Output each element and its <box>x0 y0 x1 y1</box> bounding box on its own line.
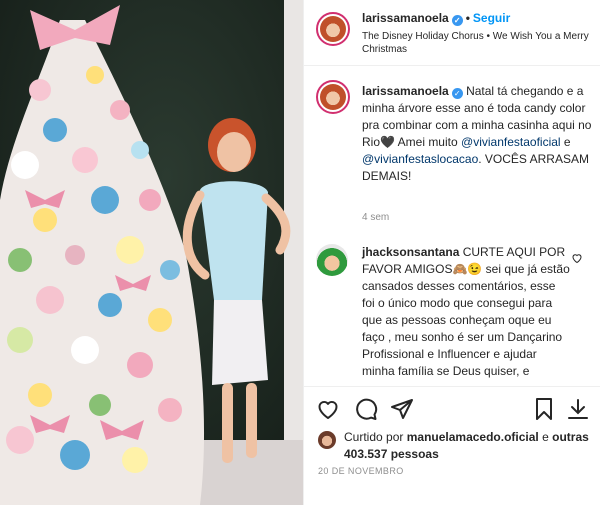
likes-connector: e <box>542 430 549 444</box>
download-icon[interactable] <box>566 397 590 421</box>
caption-text: larissamanoela ✓ Natal tá chegando e a mi… <box>362 83 594 185</box>
caption-body-2: Amei muito <box>397 135 458 149</box>
likes-summary: Curtido por manuelamacedo.oficial e outr… <box>304 428 600 464</box>
bookmark-icon[interactable] <box>532 397 556 421</box>
post-media[interactable] <box>0 0 303 505</box>
comment-item: jhacksonsantana CURTE AQUI POR FAVOR AMI… <box>304 240 600 385</box>
comment-body: CURTE AQUI POR FAVOR AMIGOS🙈😉 sei que já… <box>362 245 570 378</box>
comment-icon[interactable] <box>354 397 378 421</box>
caption-username[interactable]: larissamanoela <box>362 84 449 98</box>
liker-avatar[interactable] <box>318 431 336 449</box>
verified-badge-icon: ✓ <box>451 88 463 99</box>
separator-dot: • <box>465 11 470 25</box>
caption-body-3: e <box>563 135 571 149</box>
caption-timestamp[interactable]: 4 sem <box>362 212 389 223</box>
comment-text: jhacksonsantana CURTE AQUI POR FAVOR AMI… <box>362 244 570 380</box>
heart-emoji: 🖤 <box>380 135 395 149</box>
commenter-username[interactable]: jhacksonsantana <box>362 245 459 259</box>
liker-username[interactable]: manuelamacedo.oficial <box>407 430 539 444</box>
verified-badge-icon: ✓ <box>451 15 463 26</box>
heart-icon[interactable] <box>316 397 340 421</box>
share-icon[interactable] <box>390 397 414 421</box>
commenter-avatar[interactable] <box>316 244 348 276</box>
post-date[interactable]: 20 DE NOVEMBRO <box>318 466 404 476</box>
likes-text: Curtido por manuelamacedo.oficial e outr… <box>344 429 594 463</box>
comment-like-heart-icon[interactable] <box>571 252 583 264</box>
follow-button[interactable]: Seguir <box>473 11 510 25</box>
action-bar <box>304 386 600 430</box>
mention-link[interactable]: @vivianfestaoficial <box>461 135 561 149</box>
caption-avatar[interactable] <box>316 80 350 114</box>
post-photo <box>0 0 303 505</box>
post-header: larissamanoela ✓ • Seguir The Disney Holida… <box>304 0 600 66</box>
post-details-panel: larissamanoela ✓ • Seguir The Disney Holida… <box>303 0 600 505</box>
header-user-line: larissamanoela ✓ • Seguir <box>362 11 510 26</box>
author-username[interactable]: larissamanoela <box>362 11 449 25</box>
audio-track[interactable]: The Disney Holiday Chorus • We Wish You … <box>362 30 590 56</box>
mention-link[interactable]: @vivianfestaslocacao <box>362 152 478 166</box>
author-avatar[interactable] <box>316 12 350 46</box>
likes-prefix: Curtido por <box>344 430 404 444</box>
